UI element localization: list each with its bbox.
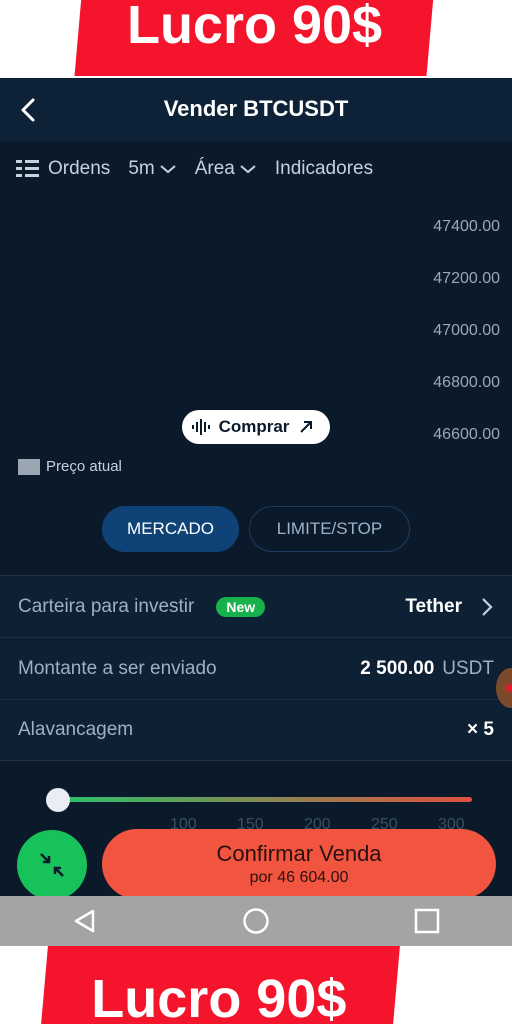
tab-limit-stop[interactable]: LIMITE/STOP	[249, 506, 410, 552]
promo-text-top: Lucro 90$	[127, 0, 383, 55]
buy-button[interactable]: Comprar	[182, 410, 330, 444]
buy-button-label: Comprar	[218, 417, 290, 436]
confirm-label: Confirmar Venda	[216, 841, 382, 866]
price-tick: 47000.00	[433, 322, 500, 339]
sound-wave-icon	[191, 419, 210, 435]
chevron-down-icon	[160, 165, 176, 174]
indicators-button[interactable]: Indicadores	[275, 158, 373, 180]
nav-recent-button[interactable]	[397, 901, 457, 941]
confirm-price: por 46 604.00	[249, 869, 349, 886]
timeframe-value: 5m	[128, 158, 155, 179]
square-recent-icon	[414, 908, 439, 934]
slider-thumb[interactable]	[46, 788, 70, 812]
legend-label: Preço atual	[46, 458, 122, 475]
collapse-button[interactable]	[17, 830, 87, 896]
nav-home-button[interactable]	[226, 901, 286, 941]
amount-value: 2 500.00	[360, 657, 435, 679]
price-chart[interactable]: 47400.00 47200.00 47000.00 46800.00 4660…	[0, 198, 512, 498]
promo-text-bottom: Lucro 90$	[91, 969, 347, 1024]
price-tick: 47400.00	[433, 218, 500, 235]
chevron-down-icon	[240, 165, 256, 174]
chart-type-value: Área	[194, 158, 235, 179]
wallet-value: Tether	[405, 595, 462, 617]
trade-screen: Vender BTCUSDT Ordens 5m Área Indicadore…	[0, 78, 512, 896]
price-tick: 46600.00	[433, 426, 500, 443]
confirm-sell-button[interactable]: Confirmar Venda por 46 604.00	[102, 829, 496, 896]
orders-label: Ordens	[48, 158, 111, 179]
tab-market[interactable]: MERCADO	[102, 506, 239, 552]
slider-track	[58, 797, 472, 802]
chart-type-select[interactable]: Área	[195, 158, 257, 180]
collapse-arrows-icon	[40, 853, 64, 877]
leverage-value: × 5	[467, 719, 494, 740]
order-type-tabs: MERCADO LIMITE/STOP	[0, 506, 512, 552]
arrow-up-right-icon	[300, 421, 313, 433]
indicators-label: Indicadores	[274, 158, 374, 179]
price-tick: 47200.00	[433, 270, 500, 287]
price-tick: 46800.00	[433, 374, 500, 391]
amount-row[interactable]: Montante a ser enviado 2 500.00 USDT	[0, 637, 512, 699]
leverage-slider[interactable]	[46, 788, 472, 812]
chart-toolbar: Ordens 5m Área Indicadores	[16, 156, 496, 182]
circle-home-icon	[243, 908, 269, 934]
page-title: Vender BTCUSDT	[163, 96, 349, 121]
wallet-row[interactable]: Carteira para investir New Tether	[0, 575, 512, 637]
leverage-label: Alavancagem	[18, 719, 134, 740]
leverage-row: Alavancagem × 5	[0, 699, 512, 761]
header: Vender BTCUSDT	[0, 78, 512, 142]
amount-label: Montante a ser enviado	[18, 657, 217, 679]
promo-banner-bottom: Lucro 90$	[0, 946, 512, 1024]
promo-banner-top: Lucro 90$	[0, 0, 512, 78]
new-badge: New	[216, 596, 266, 617]
chart-legend: Preço atual	[18, 458, 122, 475]
timeframe-select[interactable]: 5m	[128, 158, 176, 180]
legend-swatch	[18, 458, 40, 475]
list-icon	[16, 160, 39, 177]
amount-unit: USDT	[442, 657, 494, 679]
triangle-back-icon	[75, 909, 95, 933]
nav-back-button[interactable]	[55, 901, 115, 941]
system-nav-bar	[0, 896, 512, 946]
wallet-label: Carteira para investir	[18, 595, 195, 617]
orders-button[interactable]: Ordens	[16, 158, 110, 180]
chevron-right-icon	[482, 597, 493, 616]
